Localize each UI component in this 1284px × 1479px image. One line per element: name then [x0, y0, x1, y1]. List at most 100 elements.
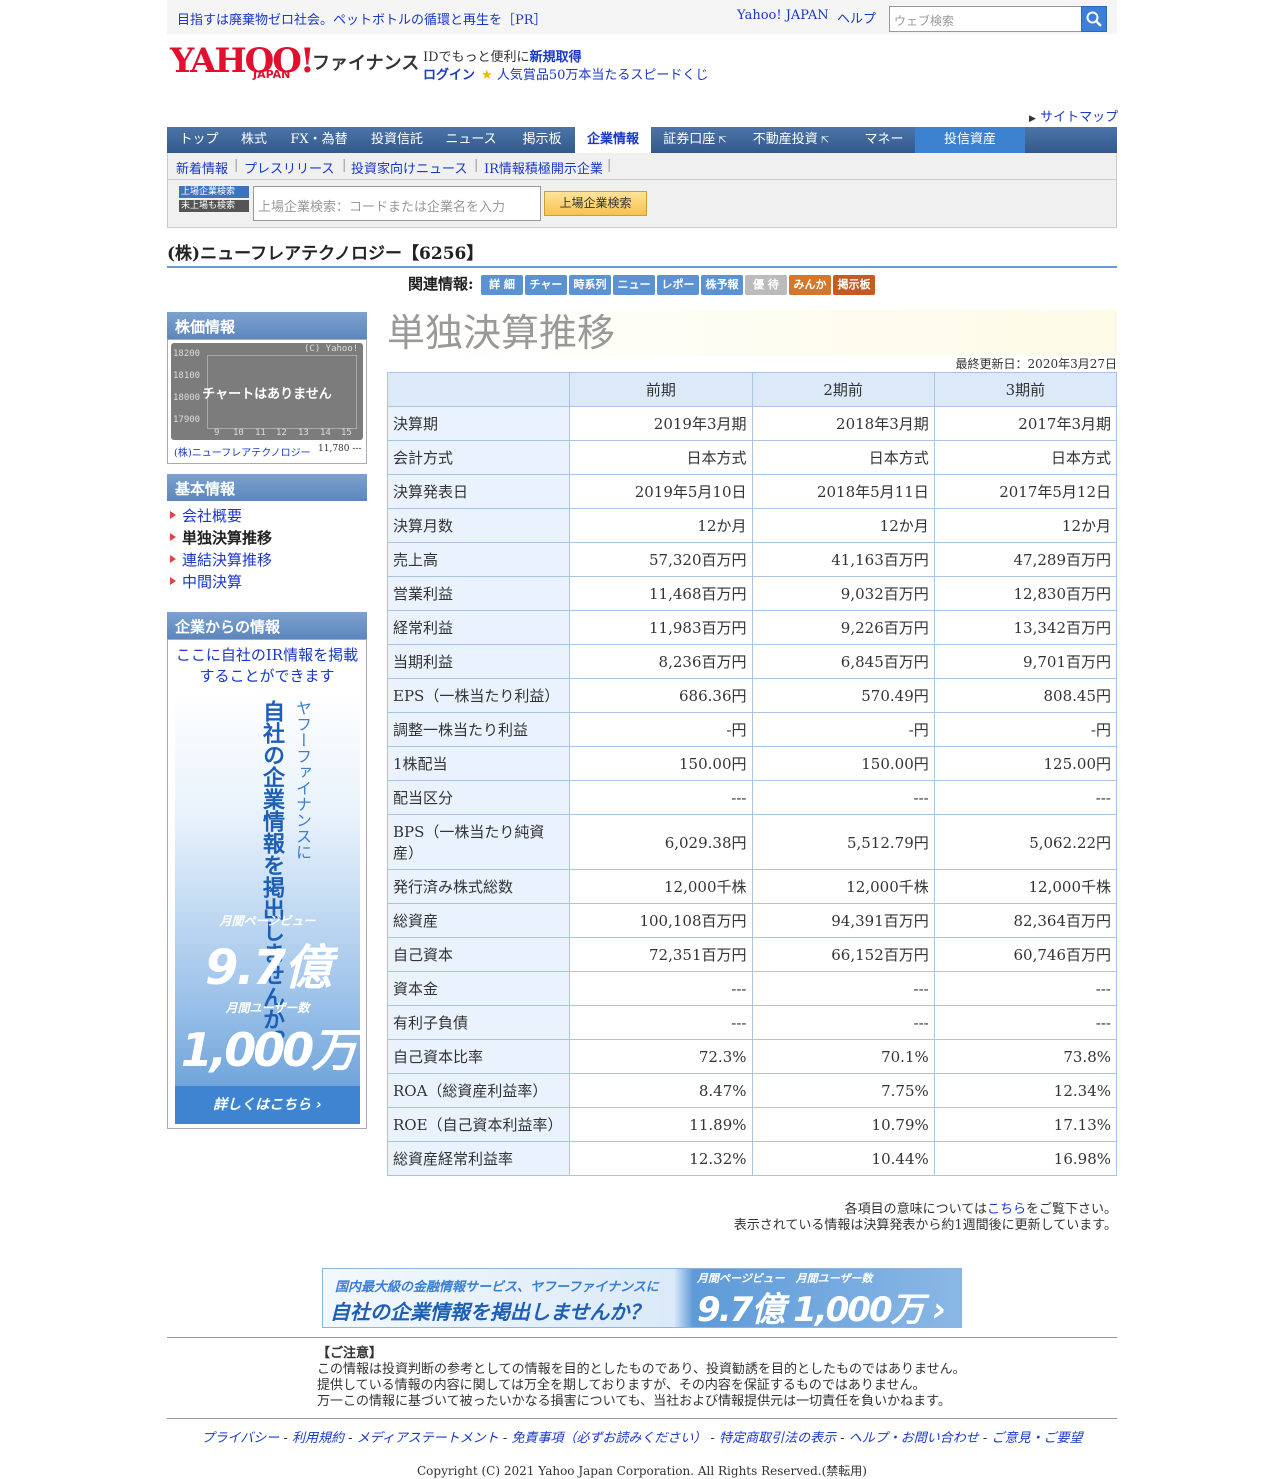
- divider: [167, 1337, 1117, 1338]
- nav-money[interactable]: マネー: [843, 127, 925, 153]
- company-search-input[interactable]: 上場企業検索：コードまたは企業名を入力: [253, 186, 541, 221]
- related-board-button[interactable]: 掲示板: [833, 275, 875, 295]
- row-value: 5,512.79円: [751, 814, 935, 870]
- row-label: 総資産: [386, 903, 571, 938]
- table-row: ROA（総資産利益率） 8.47% 7.75% 12.34%: [386, 1073, 1118, 1108]
- nav-real-estate[interactable]: 不動産投資 ⇱: [739, 127, 843, 153]
- related-forecast-button[interactable]: 株予報: [701, 275, 743, 295]
- row-value: -円: [751, 712, 935, 747]
- yahoo-japan-link[interactable]: Yahoo! JAPAN: [737, 8, 829, 23]
- basic-info-heading: 基本情報: [167, 474, 367, 501]
- row-value: ---: [933, 780, 1118, 815]
- related-minkabu-button[interactable]: みんかぶ: [789, 275, 831, 311]
- row-value: 11.89%: [569, 1107, 753, 1142]
- caution-title: 【ご注意】: [317, 1346, 383, 1361]
- nav-funds[interactable]: 投資信託: [361, 127, 433, 153]
- related-news-button[interactable]: ニュース: [613, 275, 655, 311]
- related-detail-button[interactable]: 詳 細: [481, 275, 523, 295]
- footer-media[interactable]: メディアステートメント: [357, 1431, 499, 1446]
- tab-listed[interactable]: 上場企業検索: [179, 186, 249, 198]
- table-row: 総資産経常利益率 12.32% 10.44% 16.98%: [386, 1141, 1118, 1176]
- row-value: 11,983百万円: [569, 610, 753, 645]
- chart-xtick: 11: [255, 428, 266, 438]
- divider: [167, 266, 1117, 268]
- table-row: 1株配当 150.00円 150.00円 125.00円: [386, 746, 1118, 781]
- row-label: ROA（総資産利益率）: [386, 1073, 571, 1108]
- row-value: 10.79%: [751, 1107, 935, 1142]
- subnav-press[interactable]: プレスリリース: [244, 158, 334, 177]
- table-row: 配当区分 --- --- ---: [386, 780, 1118, 815]
- copyright: Copyright (C) 2021 Yahoo Japan Corporati…: [417, 1464, 867, 1478]
- bottom-ad-numbers: 9.7億 1,000万 ›: [697, 1290, 946, 1330]
- footer-feedback[interactable]: ご意見・ご要望: [991, 1431, 1082, 1446]
- external-link-icon: ⇱: [817, 135, 830, 146]
- signup-link[interactable]: 新規取得: [530, 50, 582, 65]
- row-value: 2019年3月期: [569, 406, 753, 441]
- footer-help[interactable]: ヘルプ・お問い合わせ: [849, 1431, 979, 1446]
- footer-privacy[interactable]: プライバシー: [202, 1431, 280, 1446]
- row-value: ---: [569, 1005, 753, 1040]
- footer-terms[interactable]: 利用規約: [292, 1431, 344, 1446]
- login-link[interactable]: ログイン: [423, 68, 475, 83]
- row-value: ---: [751, 971, 935, 1006]
- nav-stocks[interactable]: 株式: [231, 127, 277, 153]
- basic-consolidated[interactable]: 連結決算推移: [182, 549, 272, 570]
- subnav-investor-news[interactable]: 投資家向けニュース: [351, 158, 467, 177]
- chart-company-link[interactable]: (株)ニューフレアテクノロジー: [174, 444, 311, 459]
- row-label: 決算月数: [386, 508, 571, 543]
- caution-line: 万一この情報に基づいて被ったいかなる損害についても、当社および情報提供元は一切責…: [317, 1394, 951, 1409]
- row-value: 10.44%: [751, 1141, 935, 1176]
- related-chart-button[interactable]: チャート: [525, 275, 567, 311]
- table-row: 営業利益 11,468百万円 9,032百万円 12,830百万円: [386, 576, 1118, 611]
- ad-vertical-text: ヤフーファイナンスに: [293, 700, 312, 860]
- help-link[interactable]: ヘルプ: [837, 8, 876, 27]
- table-row: 決算発表日 2019年5月10日 2018年5月11日 2017年5月12日: [386, 474, 1118, 509]
- nav-securities[interactable]: 証券口座 ⇱: [651, 127, 739, 153]
- footer-disclaimer[interactable]: 免責事項（必ずお読みください）: [511, 1431, 706, 1446]
- basic-company-overview[interactable]: 会社概要: [182, 505, 242, 526]
- tab-unlisted[interactable]: 未上場も検索: [179, 200, 249, 212]
- table-row: 自己資本比率 72.3% 70.1% 73.8%: [386, 1039, 1118, 1074]
- row-value: 9,226百万円: [751, 610, 935, 645]
- company-search-button[interactable]: 上場企業検索: [544, 191, 647, 216]
- row-value: 16.98%: [933, 1141, 1118, 1176]
- ad-more-button[interactable]: 詳しくはこちら ›: [175, 1086, 360, 1124]
- nav-fund-assets[interactable]: 投信資産: [915, 127, 1025, 153]
- row-value: 60,746百万円: [933, 937, 1118, 972]
- promo-link[interactable]: 人気賞品50万本当たるスピードくじ: [497, 68, 709, 83]
- subnav-new[interactable]: 新着情報: [176, 158, 228, 177]
- row-label: ROE（自己資本利益率）: [386, 1107, 571, 1142]
- yahoo-logo[interactable]: YAHOO! JAPAN: [170, 44, 315, 81]
- chart-xtick: 14: [320, 428, 331, 438]
- web-search-button[interactable]: [1081, 6, 1107, 32]
- logo-finance-text: ファイナンス: [312, 53, 420, 74]
- page-title: 単独決算推移: [387, 310, 1117, 356]
- web-search-input[interactable]: ウェブ検索: [889, 6, 1082, 32]
- ir-post-link[interactable]: ここに自社のIR情報を掲載することができます: [170, 645, 364, 687]
- nav-board[interactable]: 掲示板: [509, 127, 575, 153]
- related-benefit-button[interactable]: 優 待: [745, 275, 787, 295]
- related-timeseries-button[interactable]: 時系列: [569, 275, 611, 295]
- subnav-ir[interactable]: IR情報積極開示企業: [484, 158, 603, 177]
- row-label: 自己資本: [386, 937, 571, 972]
- pr-link[interactable]: 目指すは廃棄物ゼロ社会。ペットボトルの循環と再生を［PR］: [177, 9, 547, 28]
- nav-top[interactable]: トップ: [167, 127, 231, 153]
- table-header-row: 前期 2期前 3期前: [386, 372, 1118, 407]
- row-value: 日本方式: [751, 440, 935, 475]
- row-value: 94,391百万円: [751, 903, 935, 938]
- row-value: 9,701百万円: [933, 644, 1118, 679]
- row-value: ---: [933, 971, 1118, 1006]
- footer-commerce[interactable]: 特定商取引法の表示: [719, 1431, 836, 1446]
- row-label: 会計方式: [386, 440, 571, 475]
- related-report-button[interactable]: レポート: [657, 275, 699, 311]
- sitemap-link[interactable]: サイトマップ: [1040, 110, 1118, 125]
- basic-interim[interactable]: 中間決算: [182, 571, 242, 592]
- bottom-ad-line2: 自社の企業情報を掲出しませんか？: [330, 1300, 650, 1324]
- row-label: 当期利益: [386, 644, 571, 679]
- row-value: ---: [933, 1005, 1118, 1040]
- row-value: -円: [933, 712, 1118, 747]
- nav-fx[interactable]: FX・為替: [277, 127, 361, 153]
- column-header: 2期前: [751, 372, 935, 407]
- nav-company-info[interactable]: 企業情報: [575, 127, 651, 153]
- nav-news[interactable]: ニュース: [433, 127, 509, 153]
